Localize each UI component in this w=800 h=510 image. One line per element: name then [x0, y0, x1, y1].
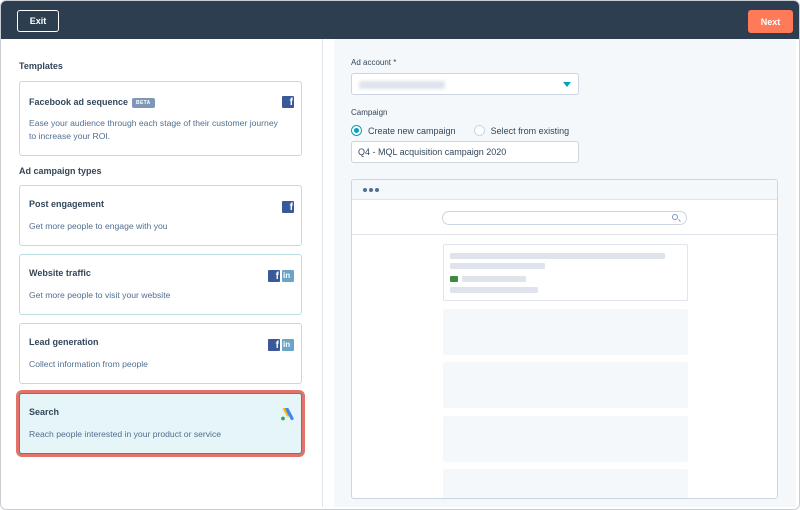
card-title: Lead generation [29, 337, 99, 347]
card-website-traffic[interactable]: Website traffic f in Get more people to … [19, 254, 302, 315]
beta-badge: BETA [132, 98, 155, 108]
select-existing-label[interactable]: Select from existing [491, 126, 570, 136]
ad-account-dropdown[interactable] [351, 73, 579, 95]
select-existing-radio[interactable] [473, 125, 485, 136]
card-post-engagement[interactable]: Post engagement f Get more people to eng… [19, 185, 302, 246]
placeholder-result [443, 309, 688, 355]
divider [352, 234, 777, 235]
campaign-label: Campaign [351, 108, 388, 117]
ad-preview [351, 179, 778, 499]
placeholder-line [462, 276, 526, 282]
card-title: Facebook ad sequence BETA [29, 97, 155, 108]
ad-preview-card [443, 244, 688, 301]
facebook-icon: f [282, 96, 294, 108]
card-description: Reach people interested in your product … [29, 429, 222, 439]
campaign-name-input[interactable] [351, 141, 579, 163]
placeholder-result [443, 469, 688, 498]
google-ads-icon [281, 408, 294, 421]
facebook-icon: f [282, 201, 294, 213]
card-lead-generation[interactable]: Lead generation f in Collect information… [19, 323, 302, 384]
placeholder-line [450, 287, 538, 293]
right-panel: Ad account * Campaign Create new campaig… [334, 39, 796, 507]
more-dots-icon [363, 188, 381, 192]
placeholder-line [450, 263, 545, 269]
create-new-campaign-label[interactable]: Create new campaign [368, 126, 456, 136]
browser-chrome [352, 180, 777, 200]
campaign-radio-group: Create new campaign Select from existing [351, 125, 587, 136]
linkedin-icon: in [282, 270, 294, 282]
ad-tag-icon [450, 276, 458, 282]
left-panel: Templates Facebook ad sequence BETA f Eas… [5, 39, 323, 507]
ad-account-label: Ad account * [351, 58, 397, 67]
placeholder-line [450, 253, 665, 259]
card-facebook-ad-sequence[interactable]: Facebook ad sequence BETA f Ease your aud… [19, 81, 302, 156]
preview-search-bar [442, 211, 687, 225]
card-title: Search [29, 407, 60, 417]
card-search[interactable]: Search Reach people interested in your p… [19, 393, 302, 454]
facebook-icon: f [268, 339, 280, 351]
card-description: Collect information from people [29, 359, 148, 369]
card-description: Get more people to engage with you [29, 221, 168, 231]
app-window: Exit Next Templates Facebook ad sequence… [0, 0, 800, 510]
caret-down-icon [563, 82, 571, 87]
create-new-campaign-radio[interactable] [351, 125, 362, 136]
search-icon [672, 214, 678, 220]
card-title: Post engagement [29, 199, 105, 209]
card-description: Ease your audience through each stage of… [29, 118, 278, 141]
ad-campaign-types-heading: Ad campaign types [19, 166, 102, 176]
placeholder-result [443, 416, 688, 462]
linkedin-icon: in [282, 339, 294, 351]
exit-button[interactable]: Exit [17, 10, 59, 32]
next-button[interactable]: Next [748, 10, 793, 33]
card-description: Get more people to visit your website [29, 290, 171, 300]
templates-heading: Templates [19, 61, 63, 71]
redacted-account-value [359, 81, 445, 89]
top-bar: Exit Next [1, 1, 799, 39]
card-title: Website traffic [29, 268, 91, 278]
placeholder-result [443, 362, 688, 408]
facebook-icon: f [268, 270, 280, 282]
